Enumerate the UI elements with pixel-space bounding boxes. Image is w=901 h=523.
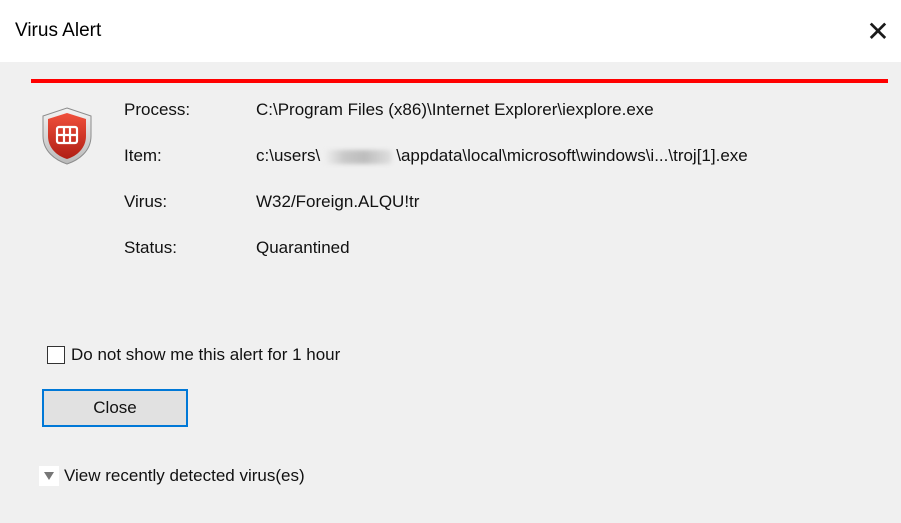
mute-alert-option[interactable]: Do not show me this alert for 1 hour — [47, 345, 340, 365]
fortinet-shield-icon — [42, 107, 92, 165]
item-label: Item: — [124, 146, 162, 165]
status-value: Quarantined — [256, 238, 350, 257]
item-value-suffix: \appdata\local\microsoft\windows\i...\tr… — [396, 146, 748, 165]
alert-divider — [31, 79, 888, 83]
mute-alert-label[interactable]: Do not show me this alert for 1 hour — [71, 345, 340, 365]
item-value-prefix: c:\users\ — [256, 146, 321, 165]
status-label: Status: — [124, 238, 177, 257]
view-recent-viruses-label[interactable]: View recently detected virus(es) — [64, 466, 305, 486]
mute-alert-checkbox[interactable] — [47, 346, 65, 364]
virus-alert-window: Virus Alert ✕ Process: C:\Program Files … — [0, 0, 901, 523]
virus-label: Virus: — [124, 192, 168, 211]
close-button[interactable]: Close — [42, 389, 188, 427]
process-label: Process: — [124, 100, 191, 119]
view-recent-viruses-toggle[interactable]: View recently detected virus(es) — [39, 466, 305, 486]
dialog-content: Process: C:\Program Files (x86)\Internet… — [11, 62, 901, 523]
close-window-icon[interactable]: ✕ — [855, 12, 901, 52]
redacted-username — [324, 149, 393, 164]
process-value: C:\Program Files (x86)\Internet Explorer… — [256, 100, 654, 119]
window-title: Virus Alert — [15, 20, 102, 41]
virus-value: W32/Foreign.ALQU!tr — [256, 192, 420, 211]
title-bar: Virus Alert ✕ — [0, 0, 901, 62]
expand-triangle-icon[interactable] — [39, 466, 59, 486]
item-value: c:\users\ \appdata\local\microsoft\window… — [256, 146, 748, 166]
